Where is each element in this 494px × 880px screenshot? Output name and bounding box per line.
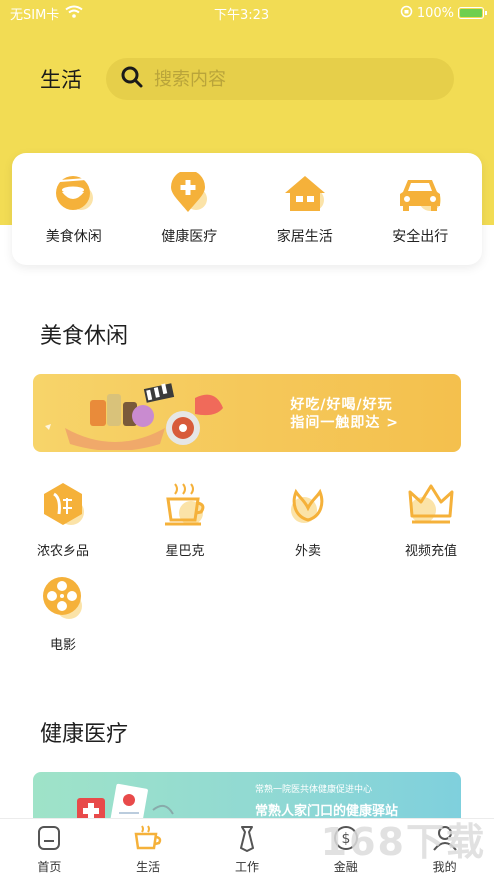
tab-label: 工作 bbox=[234, 860, 259, 874]
tab-work[interactable]: 工作 bbox=[207, 824, 287, 875]
service-movie[interactable]: 电影 bbox=[18, 574, 108, 653]
category-label: 健康医疗 bbox=[161, 229, 218, 245]
service-label: 浓农乡品 bbox=[36, 544, 89, 559]
site-watermark: 168下载 bbox=[320, 820, 486, 864]
tie-icon bbox=[233, 824, 261, 856]
section-title-health: 健康医疗 bbox=[40, 722, 129, 747]
crown-icon bbox=[407, 480, 455, 532]
battery-percent: 100% bbox=[416, 5, 454, 21]
health-banner-subtitle: 常熟一院医共体健康促进中心 bbox=[255, 785, 373, 795]
orientation-lock-icon bbox=[400, 5, 413, 22]
car-icon bbox=[396, 172, 444, 218]
service-starbucks[interactable]: 星巴克 bbox=[140, 480, 230, 559]
service-label: 外卖 bbox=[294, 544, 321, 559]
coffee-tab-icon bbox=[133, 824, 163, 856]
service-takeout[interactable]: 外卖 bbox=[263, 480, 353, 559]
carrier-label: 无SIM卡 bbox=[10, 7, 60, 23]
category-health[interactable]: 健康医疗 bbox=[134, 170, 244, 246]
service-video-recharge[interactable]: 视频充值 bbox=[386, 480, 476, 559]
status-time: 下午3:23 bbox=[213, 7, 270, 23]
category-card: 美食休闲 健康医疗 家居生活 安全出行 bbox=[12, 153, 482, 265]
coffee-cup-icon bbox=[161, 480, 209, 532]
farm-hexagon-icon bbox=[39, 480, 87, 532]
tab-label: 首页 bbox=[37, 860, 62, 874]
service-farm-products[interactable]: 浓农乡品 bbox=[18, 480, 108, 559]
tab-label: 生活 bbox=[136, 860, 161, 874]
category-label: 安全出行 bbox=[392, 229, 449, 245]
food-banner-line1: 好吃/好喝/好玩 bbox=[290, 397, 393, 413]
lotus-icon bbox=[284, 480, 332, 532]
category-home[interactable]: 家居生活 bbox=[250, 172, 360, 246]
service-label: 星巴克 bbox=[165, 544, 205, 559]
battery-icon bbox=[458, 7, 487, 19]
section-title-food: 美食休闲 bbox=[40, 324, 129, 349]
food-banner-line2: 指间一触即达 > bbox=[290, 415, 399, 431]
service-label: 电影 bbox=[49, 638, 76, 653]
page-title: 生活 bbox=[40, 68, 82, 92]
search-icon bbox=[120, 65, 144, 93]
film-reel-icon bbox=[39, 574, 87, 626]
food-banner-text: 好吃/好喝/好玩 指间一触即达 > bbox=[290, 396, 399, 432]
home-icon bbox=[35, 824, 63, 856]
food-banner[interactable]: 好吃/好喝/好玩 指间一触即达 > bbox=[33, 374, 461, 452]
status-bar: 无SIM卡 下午3:23 100% bbox=[0, 0, 494, 26]
search-input[interactable] bbox=[154, 68, 424, 90]
food-collage-illustration bbox=[45, 378, 245, 452]
category-food[interactable]: 美食休闲 bbox=[19, 172, 129, 246]
category-label: 美食休闲 bbox=[45, 229, 102, 245]
food-bowl-icon bbox=[51, 172, 97, 218]
tab-life[interactable]: 生活 bbox=[108, 824, 188, 875]
search-bar[interactable] bbox=[106, 58, 454, 100]
medical-pin-icon bbox=[166, 170, 212, 218]
category-travel[interactable]: 安全出行 bbox=[365, 172, 475, 246]
wifi-icon bbox=[65, 5, 83, 22]
service-label: 视频充值 bbox=[404, 544, 457, 559]
category-label: 家居生活 bbox=[276, 229, 333, 245]
house-icon bbox=[282, 172, 328, 218]
tab-home[interactable]: 首页 bbox=[9, 824, 89, 875]
